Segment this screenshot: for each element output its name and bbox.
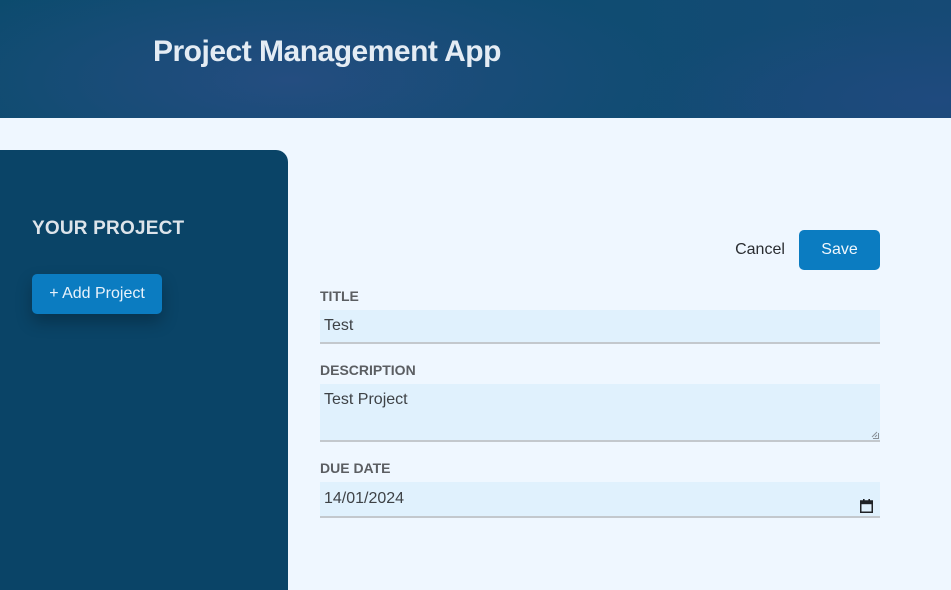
- add-project-button[interactable]: + Add Project: [32, 274, 162, 314]
- description-textarea[interactable]: Test Project: [320, 384, 880, 442]
- calendar-icon[interactable]: [860, 492, 873, 513]
- title-label: TITLE: [320, 288, 359, 304]
- due-date-input[interactable]: 14/01/2024: [320, 482, 880, 518]
- due-date-value: 14/01/2024: [324, 490, 405, 507]
- title-input[interactable]: Test: [320, 310, 880, 344]
- cancel-button[interactable]: Cancel: [728, 232, 792, 268]
- due-date-label: DUE DATE: [320, 460, 391, 476]
- sidebar-heading: YOUR PROJECT: [32, 218, 185, 239]
- description-value: Test Project: [324, 391, 408, 408]
- app-title: Project Management App: [153, 35, 501, 68]
- project-form: Cancel Save TITLE Test DESCRIPTION Test …: [288, 118, 951, 578]
- save-button[interactable]: Save: [799, 230, 880, 270]
- description-label: DESCRIPTION: [320, 362, 416, 378]
- title-value: Test: [324, 317, 354, 334]
- app-header: Project Management App: [0, 0, 951, 118]
- sidebar: YOUR PROJECT + Add Project: [0, 150, 288, 590]
- resize-grip-icon[interactable]: [871, 431, 879, 439]
